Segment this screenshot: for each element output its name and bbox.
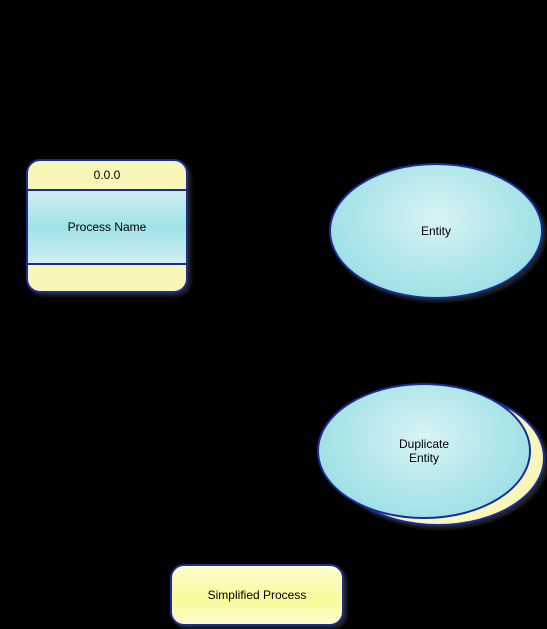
- entity-label: Entity: [421, 224, 451, 238]
- process-id-band: 0.0.0: [28, 161, 186, 191]
- process-name-band: Process Name: [28, 191, 186, 265]
- process-footer-band: [28, 265, 186, 291]
- duplicate-entity-shape[interactable]: Duplicate Entity: [317, 383, 527, 515]
- process-shape[interactable]: 0.0.0 Process Name: [26, 159, 188, 293]
- diagram-canvas: 0.0.0 Process Name Entity Duplicate Enti…: [0, 0, 547, 629]
- entity-shape[interactable]: Entity: [329, 163, 543, 299]
- duplicate-entity-front: Duplicate Entity: [317, 383, 531, 519]
- duplicate-entity-label: Duplicate Entity: [399, 437, 449, 466]
- process-name-label: Process Name: [68, 220, 147, 234]
- simplified-process-label: Simplified Process: [208, 588, 307, 602]
- simplified-process-shape[interactable]: Simplified Process: [170, 564, 344, 626]
- process-id-label: 0.0.0: [94, 168, 121, 182]
